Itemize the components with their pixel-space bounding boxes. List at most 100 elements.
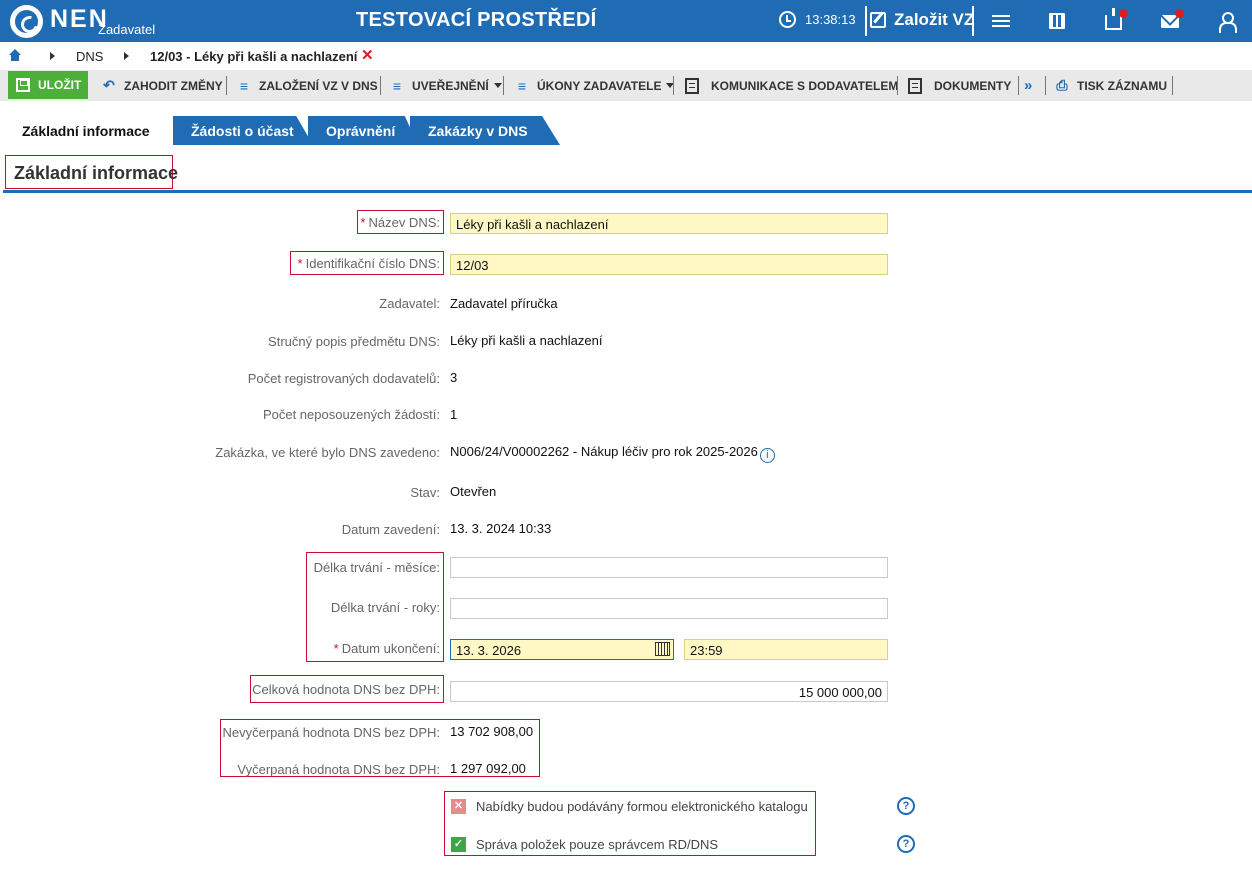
registered-suppliers-label: Počet registrovaných dodavatelů: xyxy=(247,371,440,386)
create-vz-in-dns-button[interactable]: ≡ ZALOŽENÍ VZ V DNS xyxy=(236,70,378,101)
new-vz-button[interactable]: Založit VZ xyxy=(870,10,974,30)
state-value: Otevřen xyxy=(450,484,497,499)
section-divider xyxy=(3,190,1252,193)
help-icon[interactable]: ? xyxy=(897,835,915,853)
duration-months-input[interactable] xyxy=(450,557,888,578)
origin-contract-label: Zakázka, ve které bylo DNS zavedeno: xyxy=(215,445,440,460)
list-arrow-icon: ≡ xyxy=(517,77,527,94)
remaining-value-label: Nevyčerpaná hodnota DNS bez DPH: xyxy=(222,725,440,740)
end-date-label: * Datum ukončení: xyxy=(333,641,440,656)
dns-name-input[interactable]: Léky při kašli a nachlazení xyxy=(450,213,888,234)
tab-basic-info[interactable]: Základní informace xyxy=(4,116,174,145)
document-icon xyxy=(685,77,699,94)
end-date-text: 13. 3. 2026 xyxy=(456,643,522,658)
used-value-label: Vyčerpaná hodnota DNS bez DPH: xyxy=(237,762,440,777)
state-label: Stav: xyxy=(410,485,440,500)
description-label: Stručný popis předmětu DNS: xyxy=(268,334,440,349)
breadcrumb: DNS 12/03 - Léky při kašli a nachlazení … xyxy=(0,42,1252,70)
established-date-value: 13. 3. 2024 10:33 xyxy=(450,521,552,536)
tab-participation-requests[interactable]: Žádosti o účast xyxy=(173,116,313,145)
clock-icon xyxy=(779,11,796,28)
chevron-right-icon xyxy=(124,52,129,60)
inbox-icon[interactable] xyxy=(1105,8,1122,30)
new-vz-label: Založit VZ xyxy=(894,10,975,29)
list-arrow-icon: ≡ xyxy=(239,77,249,94)
top-header: NEN Zadavatel TESTOVACÍ PROSTŘEDÍ 13:38:… xyxy=(0,0,1252,42)
dns-name-label: * Název DNS: xyxy=(360,215,440,230)
print-label: TISK ZÁZNAMU xyxy=(1077,78,1167,93)
chevron-right-icon xyxy=(50,52,55,60)
toolbar-divider xyxy=(503,76,504,95)
toolbar-divider xyxy=(1018,76,1019,95)
undo-icon: ↶ xyxy=(103,77,115,93)
info-icon[interactable]: i xyxy=(759,448,775,463)
catalog-checkbox-label: Nabídky budou podávány formou elektronic… xyxy=(476,799,808,814)
end-date-input[interactable]: 13. 3. 2026 xyxy=(450,639,674,660)
header-divider xyxy=(972,6,974,36)
dns-id-label: * Identifikační číslo DNS: xyxy=(297,256,440,271)
nen-logo-icon xyxy=(10,5,43,38)
caret-down-icon xyxy=(493,83,502,88)
toolbar-divider xyxy=(1045,76,1046,95)
discard-changes-button[interactable]: ↶ ZAHODIT ZMĚNY xyxy=(101,70,223,101)
documents-label: DOKUMENTY xyxy=(934,78,1012,93)
duration-years-label: Délka trvání - roky: xyxy=(330,600,440,615)
calculator-icon[interactable] xyxy=(1049,13,1065,29)
toolbar-divider xyxy=(897,76,898,95)
communication-label: KOMUNIKACE S DODAVATELEM xyxy=(711,78,899,93)
floppy-icon xyxy=(16,78,30,92)
supplier-communication-button[interactable]: KOMUNIKACE S DODAVATELEM xyxy=(685,70,898,101)
registered-suppliers-value: 3 xyxy=(450,370,458,385)
help-icon[interactable]: ? xyxy=(897,797,915,815)
total-value-input[interactable]: 15 000 000,00 xyxy=(450,681,888,702)
clock-time: 13:38:13 xyxy=(805,12,856,27)
save-label: ULOŽIT xyxy=(38,78,82,92)
create-vz-label: ZALOŽENÍ VZ V DNS xyxy=(259,78,378,93)
mail-notification-dot xyxy=(1175,9,1184,18)
publish-menu[interactable]: ≡ UVEŘEJNĚNÍ xyxy=(389,70,502,101)
tab-contracts-in-dns[interactable]: Zakázky v DNS xyxy=(410,116,560,145)
breadcrumb-dns[interactable]: DNS xyxy=(76,49,103,64)
tab-strip: Základní informace Žádosti o účast Opráv… xyxy=(0,116,1252,146)
publish-label: UVEŘEJNĚNÍ xyxy=(412,78,489,93)
admin-only-checkbox-label: Správa položek pouze správcem RD/DNS xyxy=(476,837,719,852)
print-record-button[interactable]: ⎙ TISK ZÁZNAMU xyxy=(1054,70,1167,101)
menu-icon[interactable] xyxy=(992,12,1012,30)
admin-only-checkbox[interactable]: ✓ xyxy=(451,837,466,852)
duration-years-input[interactable] xyxy=(450,598,888,619)
actions-label: ÚKONY ZADAVATELE xyxy=(537,78,662,93)
breadcrumb-current: 12/03 - Léky při kašli a nachlazení xyxy=(150,49,358,64)
toolbar: ULOŽIT ↶ ZAHODIT ZMĚNY ≡ ZALOŽENÍ VZ V D… xyxy=(0,70,1252,101)
nen-logo[interactable]: NEN xyxy=(10,4,109,38)
remaining-value: 13 702 908,00 xyxy=(450,724,534,739)
end-time-input[interactable]: 23:59 xyxy=(684,639,888,660)
toolbar-divider xyxy=(226,76,227,95)
list-arrow-icon: ≡ xyxy=(392,77,402,94)
logo-subtitle: Zadavatel xyxy=(98,22,156,37)
contracting-authority-value: Zadavatel příručka xyxy=(450,296,558,311)
contracting-authority-label: Zadavatel: xyxy=(379,296,440,311)
discard-label: ZAHODIT ZMĚNY xyxy=(124,78,223,93)
environment-title: TESTOVACÍ PROSTŘEDÍ xyxy=(356,9,597,31)
session-clock: 13:38:13 xyxy=(779,11,856,28)
documents-button[interactable]: DOKUMENTY xyxy=(908,70,1011,101)
origin-contract-value: N006/24/V00002262 - Nákup léčiv pro rok … xyxy=(450,444,775,463)
close-icon[interactable]: ✕ xyxy=(361,46,374,64)
printer-icon: ⎙ xyxy=(1056,77,1068,93)
dns-id-input[interactable]: 12/03 xyxy=(450,254,888,275)
inbox-notification-dot xyxy=(1119,9,1128,18)
calendar-icon[interactable] xyxy=(655,642,670,656)
tab-permissions[interactable]: Oprávnění xyxy=(308,116,418,145)
header-divider xyxy=(865,6,867,36)
origin-contract-text[interactable]: N006/24/V00002262 - Nákup léčiv pro rok … xyxy=(450,444,758,459)
save-button[interactable]: ULOŽIT xyxy=(8,71,88,99)
home-icon[interactable] xyxy=(8,49,22,62)
contracting-actions-menu[interactable]: ≡ ÚKONY ZADAVATELE xyxy=(514,70,675,101)
unreviewed-requests-label: Počet neposouzených žádostí: xyxy=(262,407,440,422)
unreviewed-requests-value: 1 xyxy=(450,407,458,422)
double-chevron-right-icon[interactable]: » xyxy=(1024,70,1032,101)
document-icon xyxy=(908,77,922,94)
user-icon[interactable] xyxy=(1219,12,1237,33)
catalog-checkbox[interactable]: ✕ xyxy=(451,799,466,814)
section-title: Základní informace xyxy=(14,163,179,183)
